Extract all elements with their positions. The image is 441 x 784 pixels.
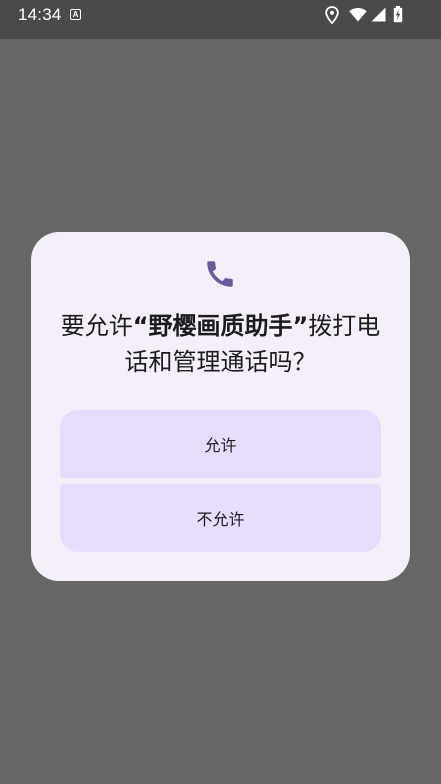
allow-button-label: 允许 (204, 436, 237, 455)
wifi-icon (349, 8, 367, 22)
status-time: 14:34 (18, 5, 62, 24)
status-bar: 14:34 A (0, 0, 441, 39)
phone-icon (207, 261, 233, 287)
location-icon (325, 6, 339, 24)
deny-button-label: 不允许 (196, 510, 245, 529)
app-name: “野樱画质助手” (132, 312, 309, 340)
battery-charging-icon (393, 6, 403, 23)
allow-button[interactable]: 允许 (60, 410, 381, 478)
deny-button[interactable]: 不允许 (60, 484, 381, 552)
status-icons (325, 6, 411, 24)
signal-icon (371, 7, 386, 22)
permission-dialog: 要允许“野樱画质助手”拨打电话和管理通话吗？ 允许 不允许 (31, 232, 410, 581)
dialog-title: 要允许“野樱画质助手”拨打电话和管理通话吗？ (55, 308, 386, 380)
title-prefix: 要允许 (60, 312, 133, 340)
notification-a-letter: A (72, 9, 79, 19)
notification-a-icon: A (70, 9, 81, 20)
